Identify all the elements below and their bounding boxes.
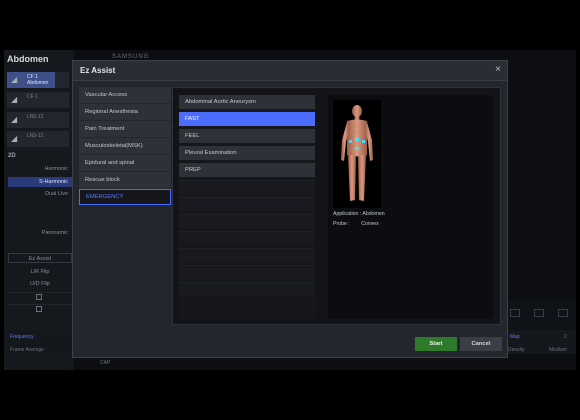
preset-preview: Application : Abdomen Probe : Convex (328, 95, 493, 319)
probe-icon: ◢ (11, 134, 18, 143)
probe-icon: ◢ (11, 95, 18, 104)
square-icon[interactable] (534, 309, 544, 317)
category-regional-anesthesia[interactable]: Regional Anesthesia (79, 104, 171, 120)
frequency-label: Frequency (10, 334, 34, 340)
preset-empty-row (179, 197, 315, 211)
mode-ez-assist[interactable]: Ez Assist (8, 253, 72, 263)
category-epidural-spinal[interactable]: Epidural and spinal (79, 155, 171, 171)
probe-button-2[interactable]: ◢ CF 1 (7, 92, 55, 108)
cap-label: CAP (100, 360, 111, 366)
probe-info: Probe : Convex (333, 221, 379, 227)
probe-name: CF 1 (27, 94, 38, 100)
density-value: Medium (549, 347, 567, 353)
mode-ud-flip[interactable]: U/D Flip (8, 279, 72, 289)
probe-name: LN5-12 (27, 114, 44, 120)
mode-harmonic[interactable]: Harmonic (8, 164, 72, 174)
grid-icon (36, 306, 42, 312)
dialog-title: Ez Assist (80, 66, 116, 75)
cancel-button[interactable]: Cancel (460, 337, 502, 351)
probe-slot[interactable] (55, 131, 69, 147)
star-icon[interactable] (510, 309, 520, 317)
category-rescue-block[interactable]: Rescue block (79, 172, 171, 188)
preset-empty-row (179, 214, 315, 228)
body-diagram (333, 100, 381, 208)
category-list: Vascular Access Regional Anesthesia Pain… (79, 87, 171, 206)
category-pain-treatment[interactable]: Pain Treatment (79, 121, 171, 137)
mode-dual-live[interactable]: Dual Live (8, 189, 72, 199)
probe-icon: ◢ (11, 115, 18, 124)
map-value: 2 (564, 334, 567, 340)
application-info: Application : Abdomen (333, 211, 385, 217)
probe-slot[interactable] (55, 72, 69, 88)
mode-lr-flip[interactable]: L/R Flip (8, 267, 72, 277)
preset-empty-row (179, 282, 315, 296)
probe-button-3[interactable]: ◢ LN5-12 (7, 112, 55, 128)
preset-list: Abdominal Aortic Aneurysm FAST FEEL Pleu… (179, 95, 315, 319)
option-button[interactable] (8, 292, 72, 303)
map-label: Map (510, 334, 520, 340)
probe-label: Probe : (333, 221, 350, 227)
probe-value: Convex (361, 221, 379, 227)
close-icon[interactable]: × (492, 64, 504, 76)
preset-abdominal-aortic-aneurysm[interactable]: Abdominal Aortic Aneurysm (179, 95, 315, 109)
section-2d-label: 2D (8, 153, 16, 159)
probe-button-4[interactable]: ◢ LN5-12 (7, 131, 55, 147)
category-vascular-access[interactable]: Vascular Access (79, 87, 171, 103)
start-button[interactable]: Start (415, 337, 457, 351)
preset-pleural-examination[interactable]: Pleural Examination (179, 146, 315, 160)
preset-feel[interactable]: FEEL (179, 129, 315, 143)
preset-prep[interactable]: PREP (179, 163, 315, 177)
application-label: Application : (333, 211, 362, 217)
human-body-icon (341, 105, 373, 201)
dialog-header: Ez Assist × (73, 61, 507, 81)
preset-empty-row (179, 231, 315, 245)
mode-s-harmonic[interactable]: S-Harmonic (8, 177, 72, 187)
category-emergency[interactable]: EMERGENCY (79, 189, 171, 205)
frame-average-label: Frame Average (10, 347, 45, 353)
probe-name: LN5-12 (27, 133, 44, 139)
probe-slot[interactable] (55, 92, 69, 108)
probe-icon: ◢ (11, 75, 18, 84)
preset-fast[interactable]: FAST (179, 112, 315, 126)
option-button[interactable] (8, 304, 72, 315)
density-label: Density (508, 347, 525, 353)
preset-empty-row (179, 265, 315, 279)
application-value: Abdomen (362, 211, 385, 217)
preset-empty-row (179, 180, 315, 194)
mode-panoramic[interactable]: Panoramic (8, 228, 72, 238)
square-icon (36, 294, 42, 300)
preset-empty-row (179, 248, 315, 262)
dialog-footer: Start Cancel (73, 333, 507, 357)
probe-sub: Abdomen (27, 80, 49, 86)
probe-slot[interactable] (55, 112, 69, 128)
probe-button-1[interactable]: ◢ CF 1 Abdomen (7, 72, 55, 88)
square-icon[interactable] (558, 309, 568, 317)
category-msk[interactable]: Musculoskeletal(MSK) (79, 138, 171, 154)
ez-assist-dialog: Ez Assist × Vascular Access Regional Ane… (72, 60, 508, 358)
content-panel: Abdominal Aortic Aneurysm FAST FEEL Pleu… (172, 87, 501, 325)
app-title: Abdomen (7, 54, 49, 64)
